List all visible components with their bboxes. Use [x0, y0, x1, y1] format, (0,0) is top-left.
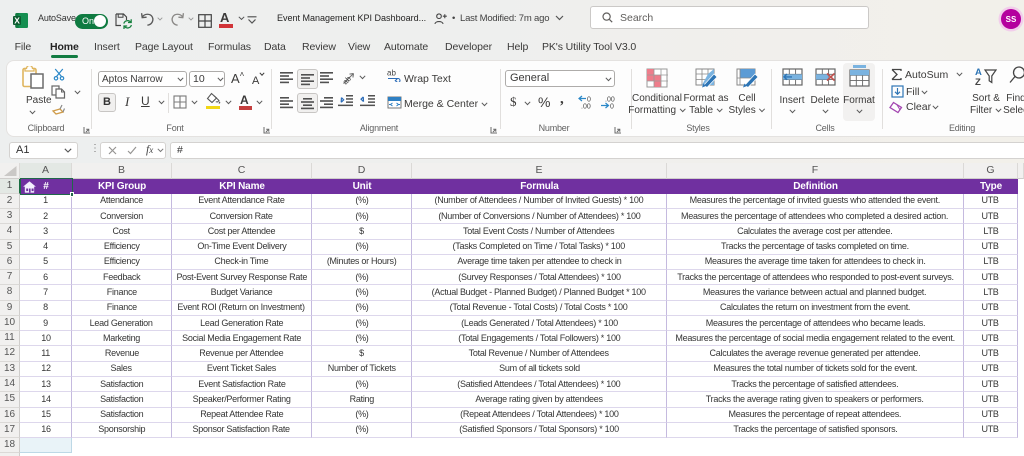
svg-text:.00: .00 [581, 104, 591, 110]
svg-text:.00: .00 [605, 97, 615, 104]
svg-text:0: 0 [587, 97, 591, 104]
svg-text:ab: ab [387, 69, 396, 78]
svg-text:X: X [14, 16, 20, 26]
svg-text:Z: Z [975, 77, 981, 88]
svg-text:0: 0 [610, 104, 614, 110]
